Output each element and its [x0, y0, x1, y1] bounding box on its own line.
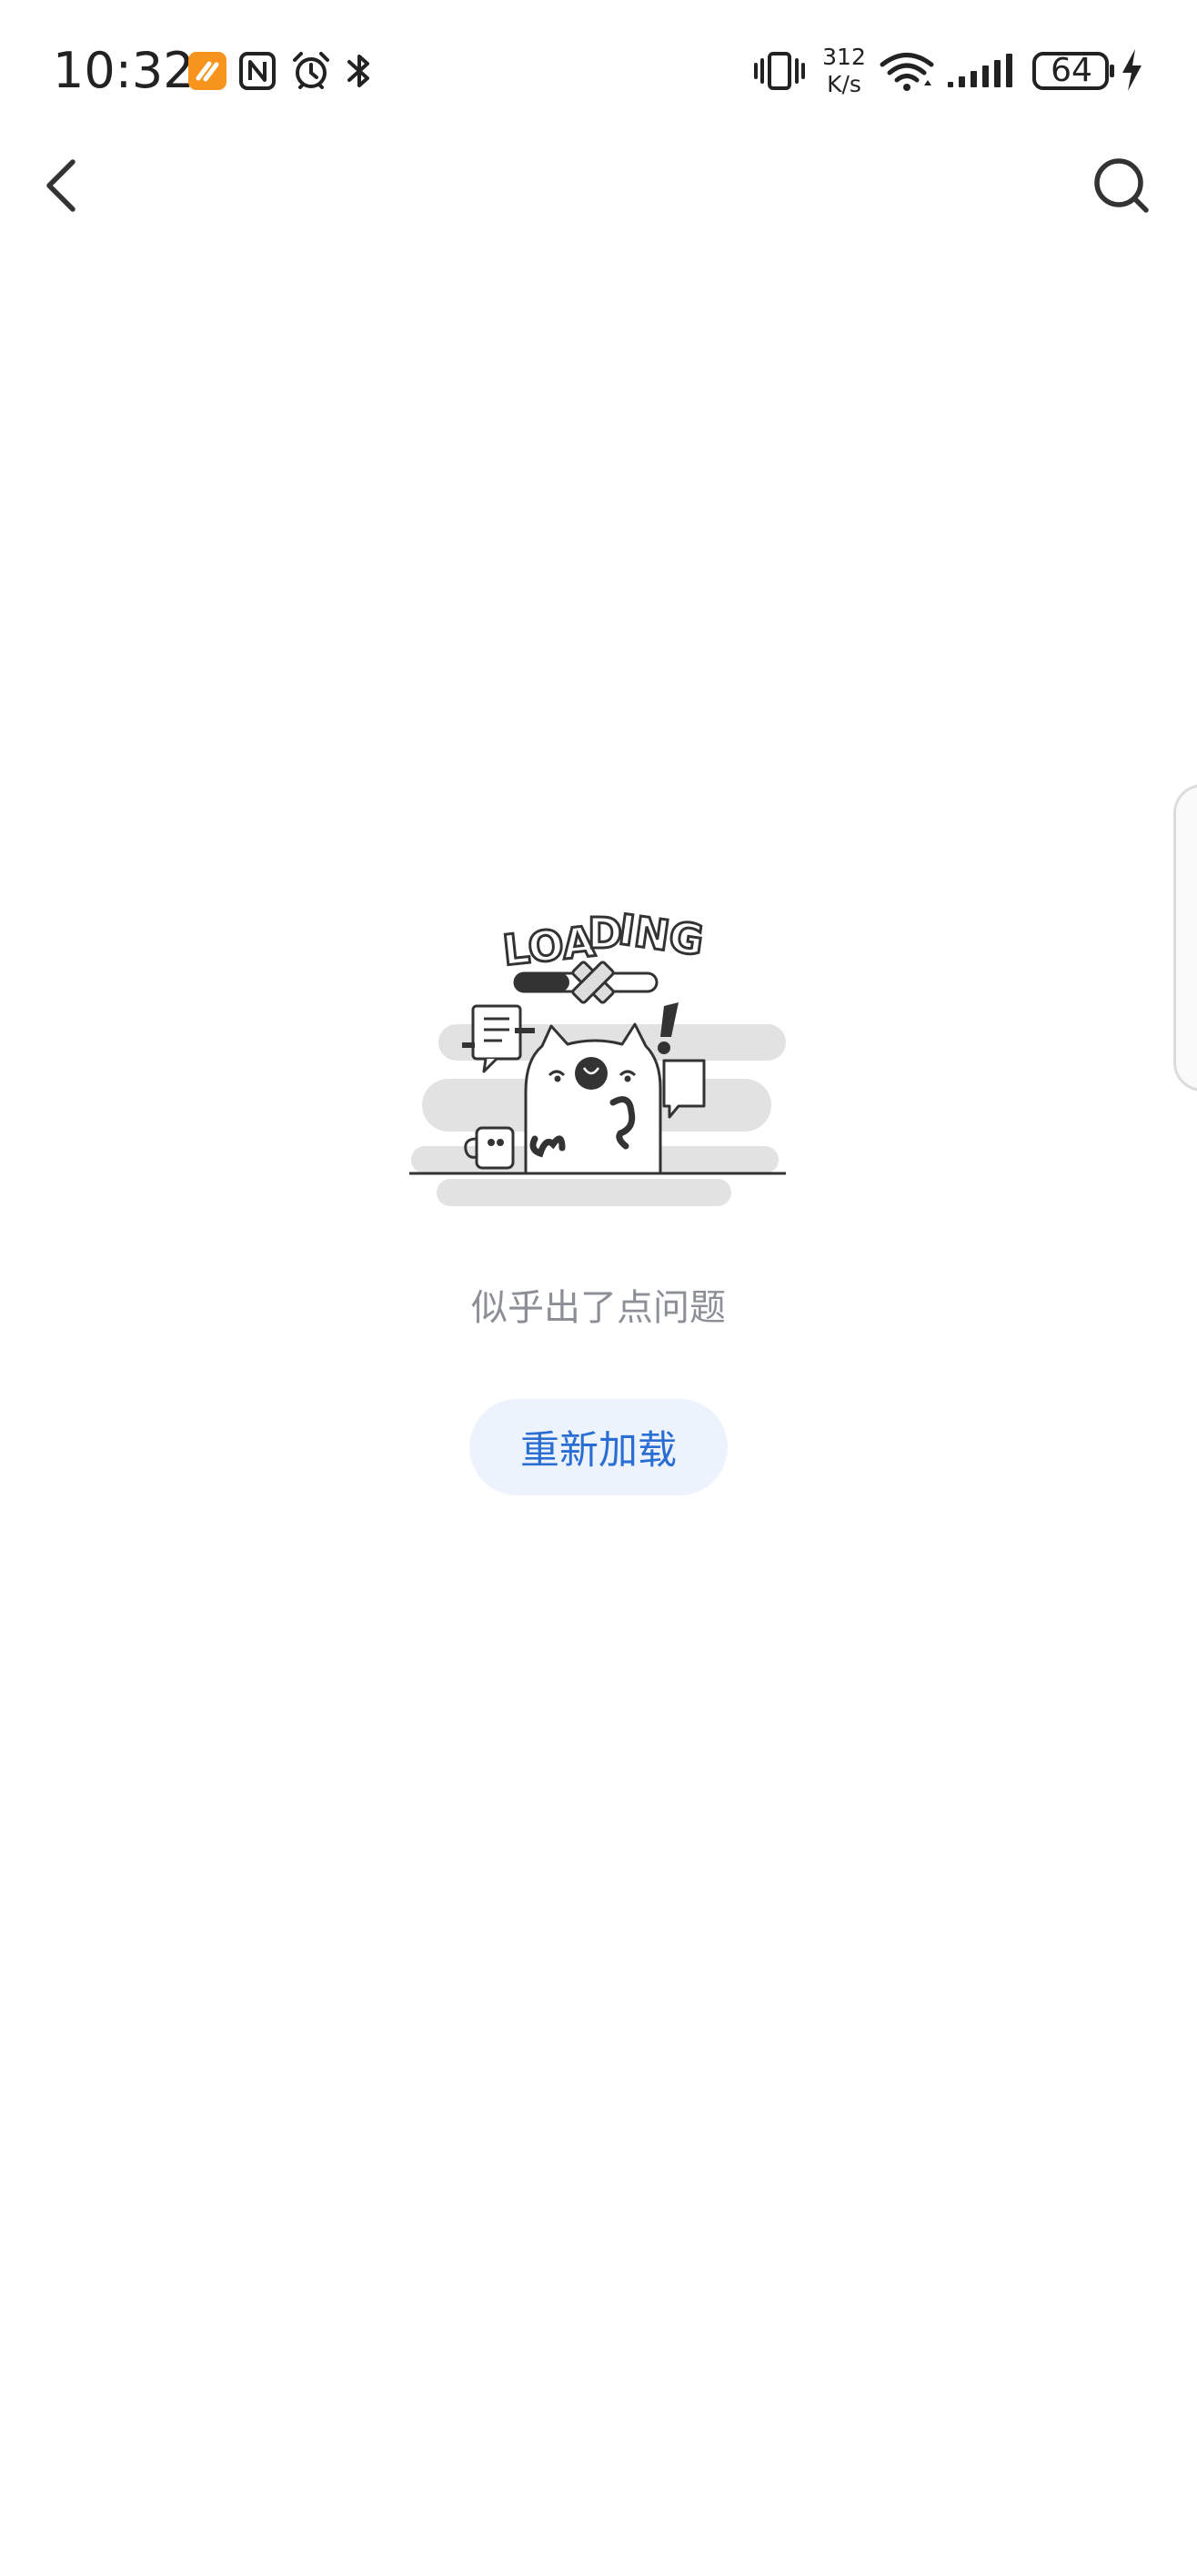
signal-icon [948, 54, 1012, 87]
search-icon[interactable] [1088, 151, 1157, 220]
svg-text:ING: ING [616, 905, 707, 965]
alarm-icon [293, 52, 329, 89]
status-time: 10:32 [53, 42, 195, 99]
charging-icon [1122, 49, 1142, 91]
chevron-left-icon[interactable] [33, 149, 91, 222]
network-speed-value: 312 [822, 44, 866, 70]
wifi-icon [880, 53, 934, 91]
error-message: 似乎出了点问题 [471, 1287, 726, 1329]
status-bar: 10:32 312 K/s 64 [0, 0, 1197, 136]
nfc-icon [239, 52, 276, 90]
network-speed-unit: K/s [827, 71, 861, 97]
vibrate-icon [754, 52, 805, 90]
app-notification-icon [188, 52, 226, 90]
bluetooth-icon [347, 55, 369, 87]
battery-level: 64 [1051, 52, 1092, 89]
loading-error-illustration: LOA D ING [409, 903, 786, 1206]
reload-button[interactable]: 重新加载 [469, 1399, 728, 1495]
floating-side-handle[interactable] [1173, 784, 1197, 1092]
network-speed: 312 K/s [819, 44, 870, 98]
error-screen: 10:32 312 K/s 64 LOA D ING 似乎出了点问题 重新加载 [0, 0, 1197, 2576]
